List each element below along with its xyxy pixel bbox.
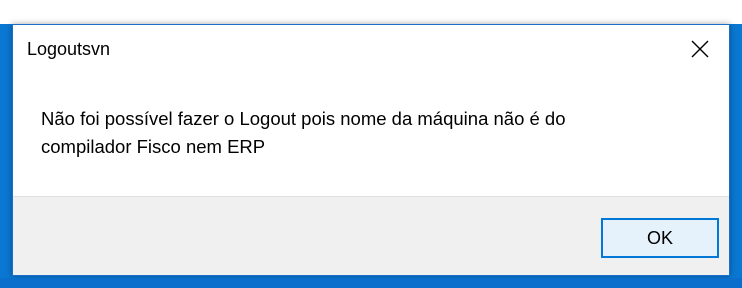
message-line-1: Não foi possível fazer o Logout pois nom…: [41, 108, 566, 129]
desktop-background-top: [0, 0, 742, 24]
dialog-message: Não foi possível fazer o Logout pois nom…: [41, 105, 711, 161]
desktop-background-bottom: [0, 278, 742, 288]
button-bar: OK: [13, 196, 729, 275]
close-icon: [691, 40, 709, 63]
dialog-title: Logoutsvn: [27, 39, 111, 59]
message-dialog: Logoutsvn Não foi possível fazer o Logou…: [12, 24, 730, 276]
ok-button[interactable]: OK: [601, 218, 719, 258]
title-bar[interactable]: Logoutsvn: [13, 25, 729, 77]
close-button[interactable]: [671, 25, 729, 77]
message-line-2: compilador Fisco nem ERP: [41, 136, 266, 157]
